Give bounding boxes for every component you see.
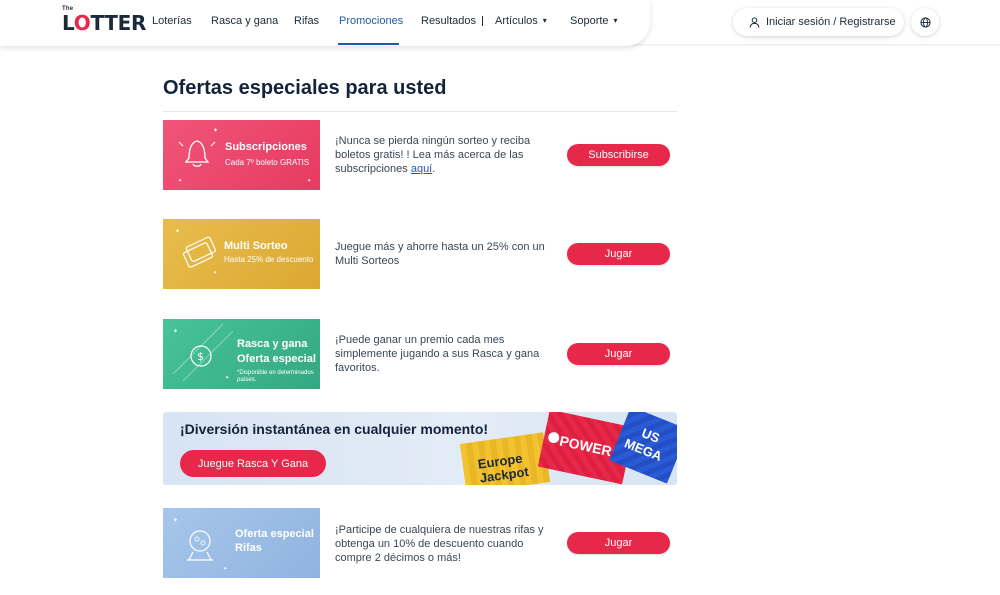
multi-draw-play-button[interactable]: Jugar — [567, 243, 670, 265]
subscriptions-description-end: . — [432, 163, 436, 175]
tickets-icon: ✦ ✦ — [175, 228, 217, 276]
svg-text:✦: ✦ — [307, 178, 311, 184]
promo-row-multi-draw: ✦ ✦ Multi Sorteo Hasta 25% de descuento … — [163, 219, 677, 289]
raffles-description: ¡Participe de cualquiera de nuestras rif… — [335, 524, 544, 564]
multi-draw-description: Juegue más y ahorre hasta un 25% con un … — [335, 241, 545, 267]
scratch-image-subtitle: Oferta especial — [237, 353, 316, 365]
raffles-promo-image[interactable]: ✦ ✦ Oferta especial Rifas — [163, 508, 320, 578]
nav-articulos-label: Artículos — [495, 15, 538, 27]
scratch-promo-image[interactable]: $ ✦ ✦ Rasca y gana Oferta especial *Disp… — [163, 319, 320, 389]
multi-draw-image-subtitle: Hasta 25% de descuento — [224, 255, 314, 264]
svg-text:✦: ✦ — [175, 228, 180, 235]
raffles-image-subtitle: Rifas — [235, 542, 262, 554]
subscribe-button[interactable]: Subscribirse — [567, 144, 670, 166]
login-register-label: Iniciar sesión / Registrarse — [766, 16, 896, 28]
active-nav-indicator — [338, 43, 399, 45]
svg-text:✦: ✦ — [173, 517, 178, 524]
svg-text:✦: ✦ — [225, 375, 229, 381]
logo-letter-l: L — [62, 11, 74, 35]
globe-icon — [919, 16, 931, 28]
login-register-button[interactable]: Iniciar sesión / Registrarse — [733, 8, 904, 36]
svg-text:✦: ✦ — [178, 178, 182, 184]
language-button[interactable] — [911, 8, 939, 36]
svg-text:✦: ✦ — [213, 127, 218, 134]
raffles-play-button[interactable]: Jugar — [567, 532, 670, 554]
nav-soporte-label: Soporte — [570, 15, 609, 27]
multi-draw-promo-image[interactable]: ✦ ✦ Multi Sorteo Hasta 25% de descuento — [163, 219, 320, 289]
svg-text:✦: ✦ — [213, 270, 217, 276]
logo-letter-o: O — [73, 11, 91, 35]
subscriptions-image-title: Subscripciones — [225, 141, 307, 153]
subscriptions-image-subtitle: Cada 7º boleto GRATIS — [225, 158, 310, 167]
chevron-down-icon: ▾ — [542, 16, 547, 25]
promo-row-scratch: $ ✦ ✦ Rasca y gana Oferta especial *Disp… — [163, 319, 677, 389]
logo-letters-rest: TTER — [90, 11, 147, 35]
banner-title: ¡Diversión instantánea en cualquier mome… — [180, 421, 489, 437]
promo-row-subscriptions: ✦ ✦ ✦ Subscripciones Cada 7º boleto GRAT… — [163, 120, 677, 190]
nav-soporte[interactable]: Soporte ▾ — [570, 15, 618, 27]
chevron-down-icon: ▾ — [613, 16, 618, 25]
multi-draw-image-title: Multi Sorteo — [224, 240, 288, 252]
svg-text:✦: ✦ — [223, 566, 227, 572]
svg-text:✦: ✦ — [173, 328, 178, 335]
nav-resultados[interactable]: Resultados — [421, 15, 476, 27]
nav-rasca-y-gana[interactable]: Rasca y gana — [211, 15, 278, 27]
logo-wordmark: LOTTER — [62, 11, 146, 35]
top-header: The LOTTER Loterías Rasca y gana Rifas P… — [0, 0, 1000, 46]
subscriptions-description: ¡Nunca se pierda ningún sorteo y reciba … — [335, 134, 550, 176]
subscriptions-learn-more-link[interactable]: aquí — [411, 163, 432, 175]
raffles-image-title: Oferta especial — [235, 528, 314, 540]
play-scratch-button[interactable]: Juegue Rasca Y Gana — [180, 450, 326, 477]
user-icon — [749, 16, 760, 28]
scratch-description: ¡Puede ganar un premio cada mes simpleme… — [335, 334, 540, 374]
nav-articulos[interactable]: Artículos ▾ — [495, 15, 547, 27]
instant-games-banner: ¡Diversión instantánea en cualquier mome… — [163, 412, 677, 485]
scratch-image-note: *Disponible en determinados países. — [237, 370, 314, 383]
title-divider — [163, 111, 677, 112]
nav-promociones[interactable]: Promociones — [339, 15, 403, 27]
page-title: Ofertas especiales para usted — [163, 77, 447, 99]
nav-loterias[interactable]: Loterías — [152, 15, 192, 27]
promo-row-raffles: ✦ ✦ Oferta especial Rifas ¡Participe de … — [163, 508, 677, 578]
subscriptions-promo-image[interactable]: ✦ ✦ ✦ Subscripciones Cada 7º boleto GRAT… — [163, 120, 320, 190]
thelotter-logo[interactable]: The LOTTER — [62, 6, 146, 35]
scratch-image-title: Rasca y gana — [237, 338, 308, 350]
bell-icon: ✦ ✦ ✦ — [178, 127, 311, 184]
nav-divider — [482, 16, 483, 26]
nav-rifas[interactable]: Rifas — [294, 15, 319, 27]
europe-jackpot-card: Europe Jackpot — [459, 432, 551, 485]
scratch-play-button[interactable]: Jugar — [567, 343, 670, 365]
